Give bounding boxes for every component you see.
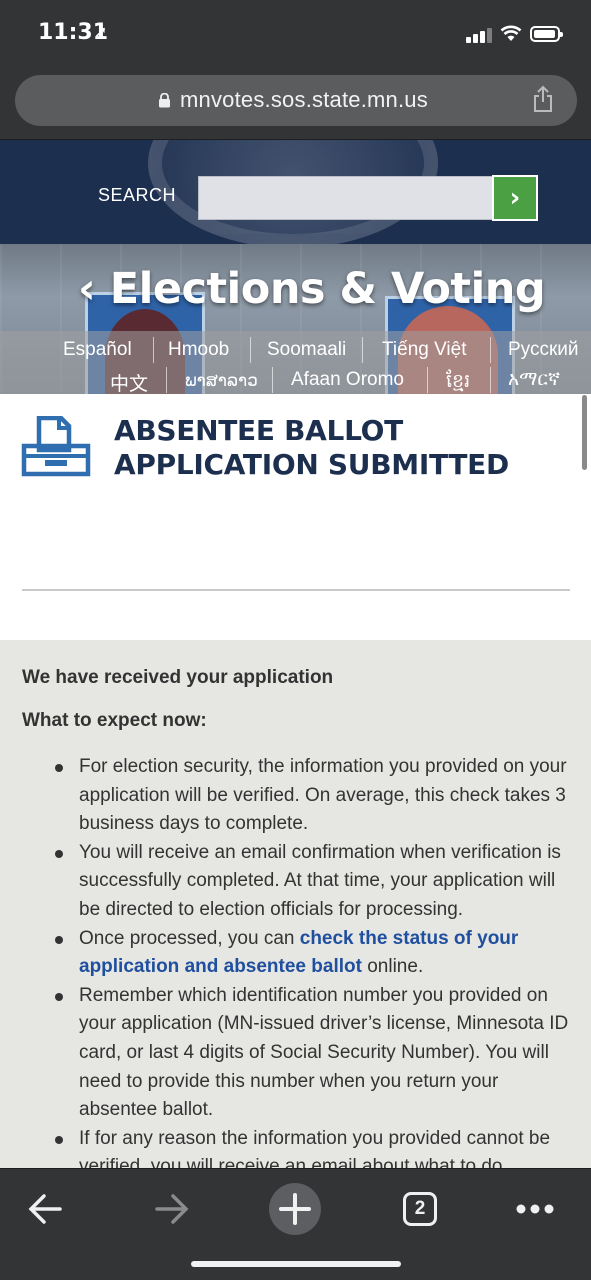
page-heading: ‹ Elections & Voting <box>78 264 546 314</box>
expectations-list: For election security, the information y… <box>53 753 573 1168</box>
more-menu-icon[interactable] <box>507 1181 563 1237</box>
address-bar[interactable]: mnvotes.sos.state.mn.us <box>15 75 577 126</box>
ballot-tray-icon <box>21 416 91 477</box>
section-divider <box>22 589 570 591</box>
wifi-icon <box>500 25 522 41</box>
browser-url-area: mnvotes.sos.state.mn.us <box>0 68 591 140</box>
divider <box>362 337 363 363</box>
expect-heading: What to expect now: <box>22 710 207 731</box>
divider <box>166 367 167 393</box>
language-links: Español Hmoob Soomaali Tiếng Việt Русски… <box>0 331 591 394</box>
back-arrow-icon[interactable] <box>18 1181 74 1237</box>
lang-link-soomaali[interactable]: Soomaali <box>267 339 346 361</box>
lang-link-chinese[interactable]: 中文 <box>110 369 148 394</box>
new-tab-plus-icon[interactable] <box>267 1181 323 1237</box>
lang-link-tieng-viet[interactable]: Tiếng Việt <box>382 339 467 361</box>
cellular-signal-icon <box>466 27 494 43</box>
forward-arrow-icon[interactable] <box>143 1181 199 1237</box>
divider <box>153 337 154 363</box>
search-label: SEARCH <box>98 185 177 205</box>
lang-link-lao[interactable]: ພາສາລາວ <box>185 371 258 391</box>
lang-link-hmoob[interactable]: Hmoob <box>168 339 229 361</box>
list-item: Once processed, you can check the status… <box>53 925 573 982</box>
confirmation-header: ABSENTEE BALLOT APPLICATION SUBMITTED <box>0 394 591 640</box>
search-submit-button[interactable]: › <box>492 175 538 221</box>
list-item-text: Once processed, you can <box>79 927 300 949</box>
back-chevron-icon[interactable]: ‹ <box>78 264 96 314</box>
lang-link-khmer[interactable]: ខ្មែរ <box>446 369 470 394</box>
list-item: If for any reason the information you pr… <box>53 1125 573 1168</box>
list-item: Remember which identification number you… <box>53 982 573 1125</box>
divider <box>490 367 491 393</box>
list-item: You will receive an email confirmation w… <box>53 839 573 925</box>
divider <box>490 337 491 363</box>
hero-banner: ‹ Elections & Voting Español Hmoob Sooma… <box>0 244 591 394</box>
received-message: We have received your application <box>22 667 334 688</box>
divider <box>250 337 251 363</box>
battery-icon <box>530 26 563 42</box>
search-input[interactable] <box>198 176 493 220</box>
list-item-text: online. <box>361 956 424 978</box>
lang-link-russian[interactable]: Русский <box>508 339 579 361</box>
page-title: ABSENTEE BALLOT APPLICATION SUBMITTED <box>114 414 554 482</box>
divider <box>427 367 428 393</box>
location-arrow-icon: ➚ <box>94 24 108 41</box>
tab-count-badge: 2 <box>403 1192 437 1226</box>
lang-link-afaan-oromo[interactable]: Afaan Oromo <box>291 369 404 391</box>
page-scrollbar[interactable] <box>582 395 587 470</box>
heading-text: Elections & Voting <box>109 264 546 314</box>
tab-switcher-button[interactable]: 2 <box>392 1181 448 1237</box>
list-item: For election security, the information y… <box>53 753 573 839</box>
share-icon[interactable] <box>531 85 555 113</box>
status-bar: 11:31 ➚ <box>0 0 591 68</box>
url-text: mnvotes.sos.state.mn.us <box>180 87 428 112</box>
title-line: APPLICATION SUBMITTED <box>114 448 509 481</box>
lock-icon <box>159 93 170 108</box>
lang-link-amharic[interactable]: አማርኛ <box>508 369 560 391</box>
title-line: ABSENTEE BALLOT <box>114 414 403 447</box>
site-header: SEARCH › <box>0 140 591 244</box>
divider <box>272 367 273 393</box>
confirmation-content: We have received your application What t… <box>0 640 591 1168</box>
home-indicator <box>191 1261 401 1267</box>
lang-link-espanol[interactable]: Español <box>63 339 132 361</box>
web-page: SEARCH › ‹ Elections & Voting Español Hm… <box>0 140 591 1168</box>
